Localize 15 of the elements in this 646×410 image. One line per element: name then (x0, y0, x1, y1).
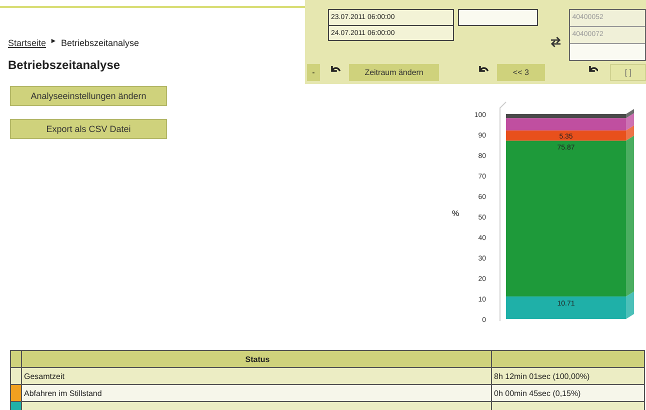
undo-icon[interactable] (588, 65, 598, 74)
header-cell: Status (22, 350, 492, 368)
swap-icon[interactable] (550, 36, 562, 48)
axis-label: % (452, 209, 460, 218)
step-button[interactable]: << 3 (497, 64, 545, 81)
undo-icon[interactable] (478, 65, 490, 74)
action-button[interactable]: Export als CSV Datei (10, 119, 167, 139)
breadcrumb-current: Betriebszeitanalyse (60, 38, 140, 48)
period-button[interactable]: Zeitraum ändern (348, 64, 440, 81)
input-field[interactable] (458, 9, 538, 26)
undo-icon[interactable] (330, 65, 341, 74)
breadcrumb-link[interactable]: Startseite (8, 38, 46, 48)
page-title: Betriebszeitanalyse (8, 58, 122, 72)
action-button[interactable]: Analyseeinstellungen ändern (10, 86, 167, 106)
collapse-button[interactable]: - (307, 64, 320, 81)
